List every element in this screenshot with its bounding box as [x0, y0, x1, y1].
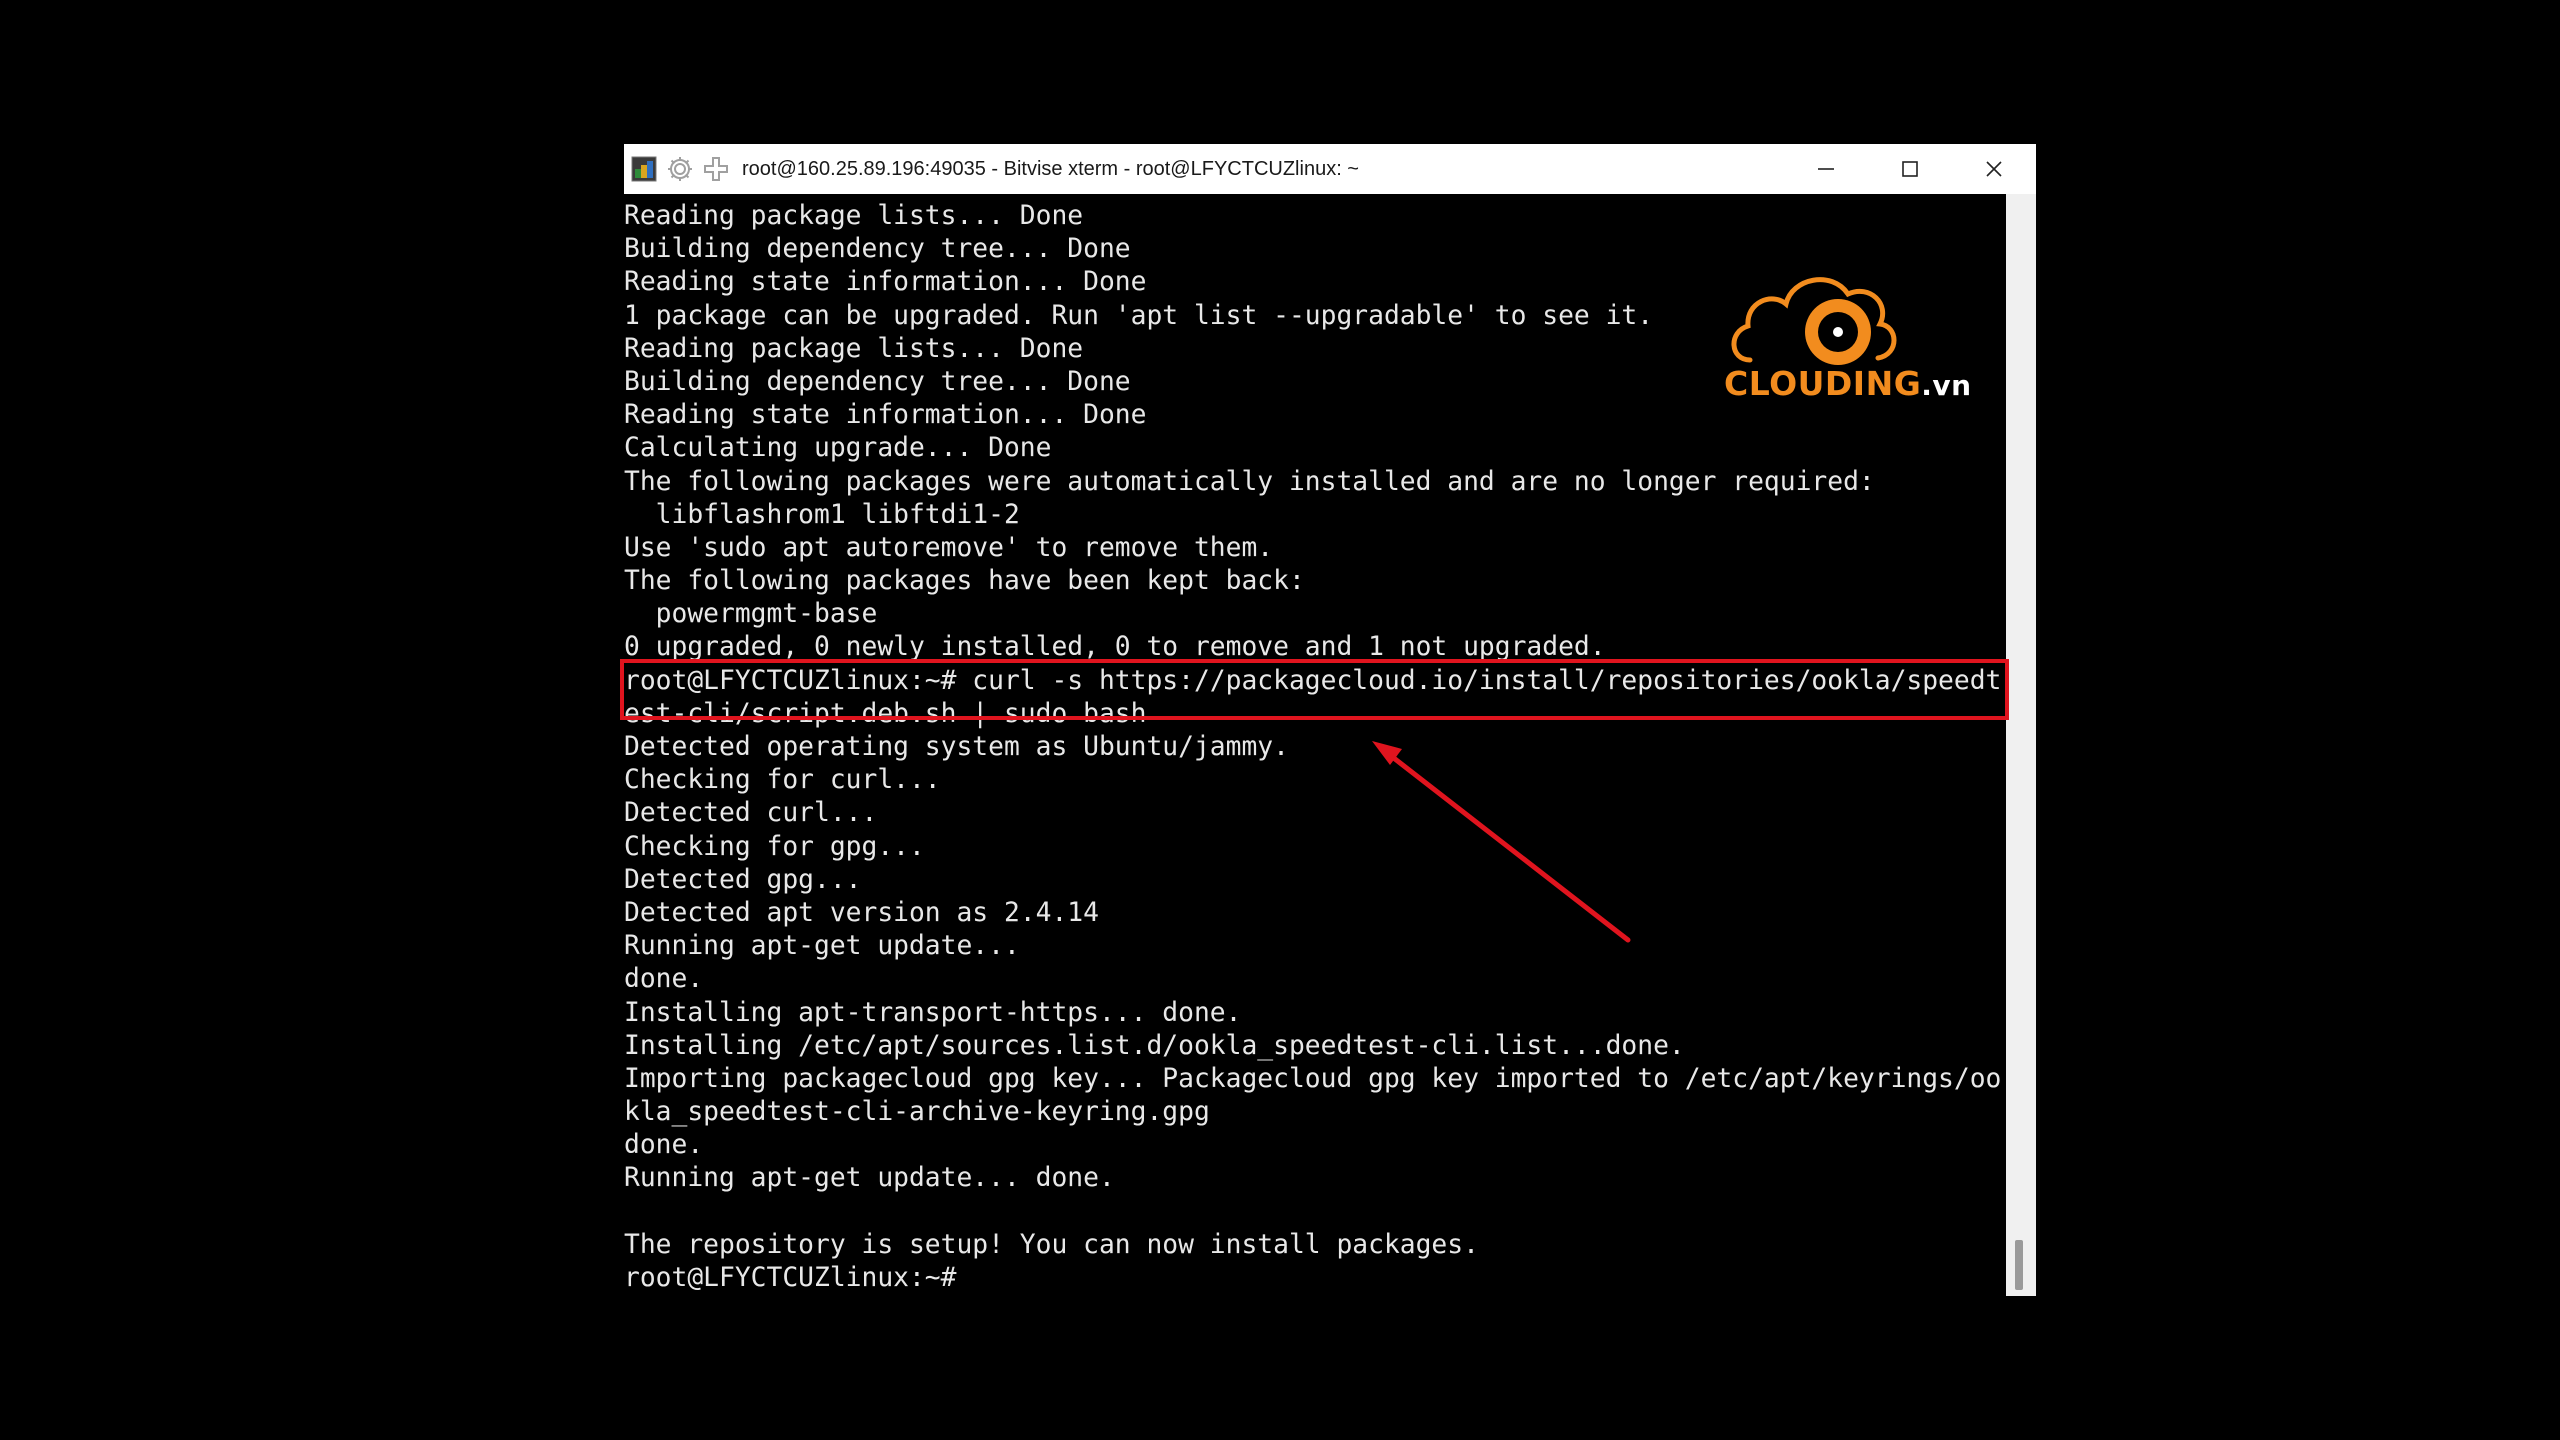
terminal-line: Detected operating system as Ubuntu/jamm…: [624, 732, 1289, 762]
terminal-line: The repository is setup! You can now ins…: [624, 1229, 1479, 1260]
logo-wordmark: CLOUDING.vn: [1724, 364, 1972, 403]
title-bar[interactable]: root@160.25.89.196:49035 - Bitvise xterm…: [624, 144, 2036, 194]
close-button[interactable]: [1952, 144, 2036, 194]
terminal-line: libflashrom1 libftdi1-2: [624, 499, 1020, 530]
scrollbar-thumb[interactable]: [2015, 1240, 2023, 1290]
terminal-line: 0 upgraded, 0 newly installed, 0 to remo…: [624, 632, 1606, 663]
gear-icon[interactable]: [664, 153, 696, 185]
terminal-line: kla_speedtest-cli-archive-keyring.gpg: [624, 1097, 1210, 1128]
plus-icon[interactable]: [700, 153, 732, 185]
terminal-line: powermgmt-base: [624, 599, 878, 630]
screenshot-stage: root@160.25.89.196:49035 - Bitvise xterm…: [0, 0, 2560, 1440]
terminal-line: Running apt-get update... done.: [624, 1163, 1115, 1194]
logo-brand: CLOUDING: [1724, 364, 1922, 403]
terminal-line: Detected apt version as 2.4.14: [624, 897, 1099, 928]
terminal-line: root@LFYCTCUZlinux:~# curl -s https://pa…: [624, 665, 2002, 696]
terminal-line: Importing packagecloud gpg key... Packag…: [624, 1063, 2002, 1094]
maximize-button[interactable]: [1868, 144, 1952, 194]
terminal-line: root@LFYCTCUZlinux:~#: [624, 1263, 957, 1293]
vertical-scrollbar[interactable]: [2006, 194, 2036, 1296]
terminal-line: The following packages have been kept ba…: [624, 566, 1305, 597]
terminal-line: Checking for curl...: [624, 765, 941, 796]
bitvise-terminal-icon[interactable]: [628, 153, 660, 185]
terminal-line: Installing apt-transport-https... done.: [624, 997, 1242, 1028]
terminal-line: done.: [624, 964, 704, 995]
terminal-line: done.: [624, 1130, 704, 1161]
terminal-line: Use 'sudo apt autoremove' to remove them…: [624, 532, 1274, 563]
terminal-line: Detected curl...: [624, 798, 878, 829]
terminal-line: The following packages were automaticall…: [624, 466, 1875, 497]
terminal-line: est-cli/script.deb.sh | sudo bash: [624, 698, 1147, 729]
terminal-line: Installing /etc/apt/sources.list.d/ookla…: [624, 1030, 1685, 1061]
terminal-line: Calculating upgrade... Done: [624, 433, 1052, 464]
terminal-line: Checking for gpg...: [624, 831, 925, 862]
terminal-line: Reading package lists... Done: [624, 201, 1084, 231]
clouding-logo: CLOUDING.vn: [1720, 262, 1980, 412]
terminal-line: Detected gpg...: [624, 864, 862, 895]
logo-tld: .vn: [1921, 369, 1972, 402]
terminal-line: Running apt-get update...: [624, 931, 1020, 962]
window-title: root@160.25.89.196:49035 - Bitvise xterm…: [742, 157, 1359, 180]
window-controls: [1784, 144, 2036, 194]
minimize-button[interactable]: [1784, 144, 1868, 194]
